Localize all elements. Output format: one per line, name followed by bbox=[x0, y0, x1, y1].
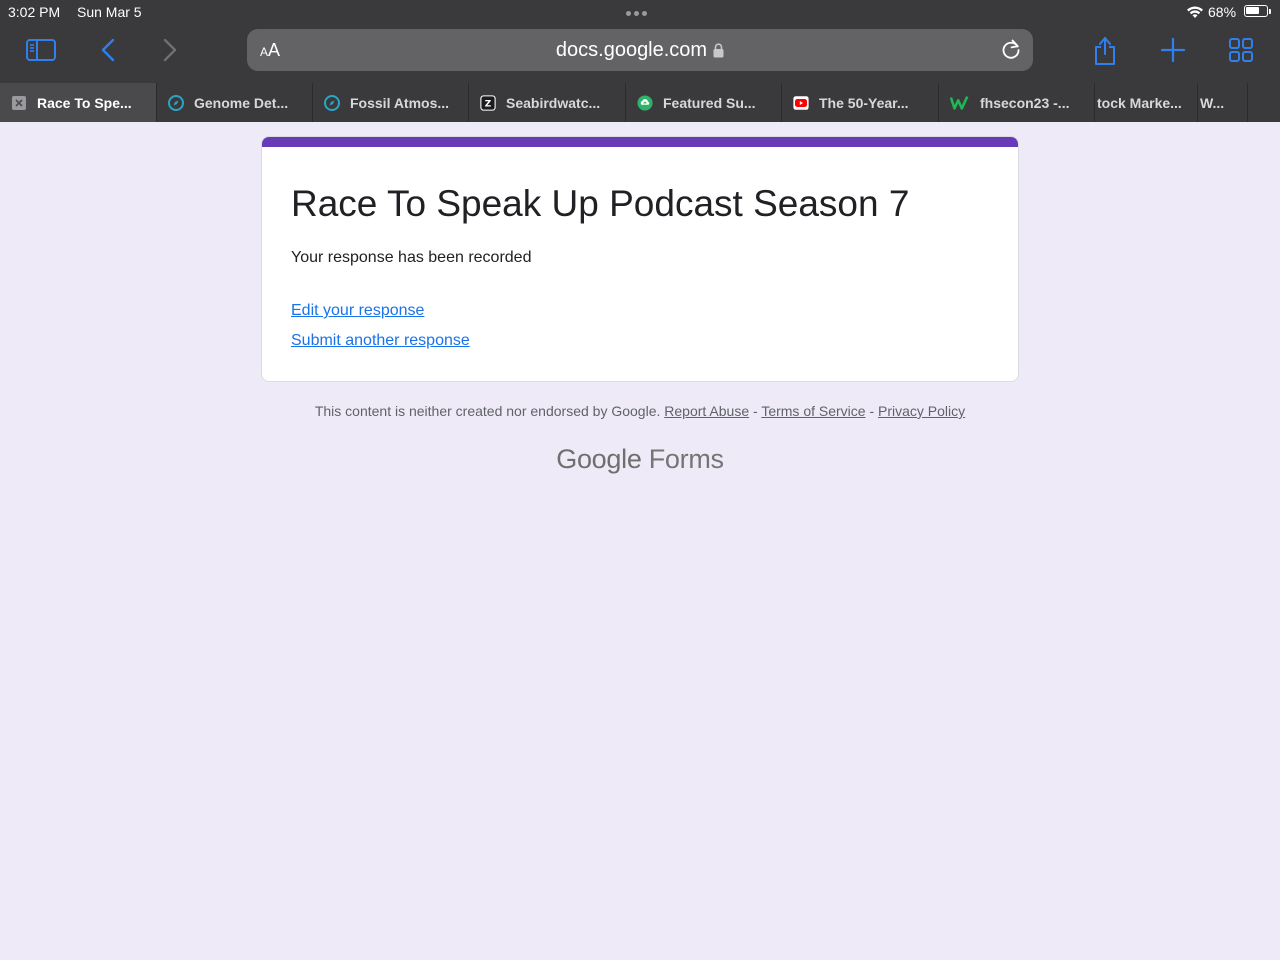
tab-genome[interactable]: Genome Det... bbox=[157, 83, 313, 122]
confirmation-message: Your response has been recorded bbox=[291, 249, 532, 266]
edit-response-link[interactable]: Edit your response bbox=[291, 302, 424, 320]
logo-google-text: Google bbox=[556, 444, 642, 474]
tab-fhsecon23[interactable]: fhsecon23 -... bbox=[939, 83, 1095, 122]
tab-fossil[interactable]: Fossil Atmos... bbox=[313, 83, 469, 122]
back-button[interactable] bbox=[90, 33, 126, 67]
wifi-icon bbox=[1187, 6, 1203, 18]
svg-text:Z: Z bbox=[485, 99, 492, 109]
youtube-icon bbox=[793, 95, 809, 111]
tab-race-to-speak-up[interactable]: Race To Spe... bbox=[0, 83, 157, 122]
grid-icon bbox=[1229, 38, 1253, 62]
url-display[interactable]: docs.google.com bbox=[247, 39, 1033, 62]
status-bar: 3:02 PM Sun Mar 5 68% bbox=[0, 0, 1280, 24]
tab-label: Featured Su... bbox=[663, 94, 756, 111]
sidebar-toggle-button[interactable] bbox=[23, 33, 59, 67]
compass-icon bbox=[168, 94, 184, 111]
battery-icon bbox=[1244, 5, 1268, 17]
tab-label: W... bbox=[1200, 94, 1225, 111]
tab-overview-button[interactable] bbox=[1223, 33, 1259, 67]
disclaimer-text: This content is neither created nor endo… bbox=[314, 403, 661, 419]
tab-featured[interactable]: Featured Su... bbox=[626, 83, 782, 122]
form-accent-bar bbox=[262, 137, 1018, 147]
form-confirmation-card: Race To Speak Up Podcast Season 7 Your r… bbox=[261, 136, 1019, 382]
tab-label: Race To Spe... bbox=[37, 94, 132, 111]
battery-percentage: 68% bbox=[1208, 4, 1237, 20]
forward-button[interactable] bbox=[152, 33, 188, 67]
tab-stock-market[interactable]: tock Marke... bbox=[1095, 83, 1198, 122]
z-icon: Z bbox=[480, 94, 496, 111]
tab-label: Genome Det... bbox=[194, 94, 289, 111]
compass-icon bbox=[324, 94, 340, 111]
upload-cloud-icon bbox=[637, 94, 653, 111]
tab-label: Fossil Atmos... bbox=[350, 94, 450, 111]
w-logo-icon bbox=[950, 95, 970, 111]
google-forms-logo[interactable]: Google Forms bbox=[0, 444, 1280, 475]
footer-disclaimer: This content is neither created nor endo… bbox=[0, 403, 1280, 419]
status-time: 3:02 PM bbox=[8, 4, 61, 20]
chevron-right-icon bbox=[163, 38, 177, 62]
share-button[interactable] bbox=[1087, 33, 1123, 67]
reload-icon[interactable] bbox=[1000, 38, 1022, 60]
form-title: Race To Speak Up Podcast Season 7 bbox=[291, 183, 910, 224]
submit-another-response-link[interactable]: Submit another response bbox=[291, 332, 470, 350]
tab-label: tock Marke... bbox=[1097, 94, 1182, 111]
tab-50-year[interactable]: The 50-Year... bbox=[782, 83, 939, 122]
plus-icon bbox=[1160, 37, 1186, 63]
battery-cap bbox=[1269, 9, 1271, 14]
tab-strip-filler bbox=[1248, 83, 1280, 122]
lock-icon bbox=[713, 43, 724, 58]
footer-separator: - bbox=[865, 403, 879, 419]
footer-separator: - bbox=[749, 403, 762, 419]
tab-seabirdwatch[interactable]: Z Seabirdwatc... bbox=[469, 83, 626, 122]
logo-forms-text: Forms bbox=[648, 444, 724, 474]
tab-w[interactable]: W... bbox=[1198, 83, 1248, 122]
tab-label: The 50-Year... bbox=[819, 94, 909, 111]
terms-of-service-link[interactable]: Terms of Service bbox=[761, 403, 865, 419]
sidebar-icon bbox=[26, 39, 56, 61]
report-abuse-link[interactable]: Report Abuse bbox=[664, 403, 749, 419]
close-icon[interactable] bbox=[11, 95, 27, 111]
privacy-policy-link[interactable]: Privacy Policy bbox=[878, 403, 965, 419]
share-icon bbox=[1095, 37, 1115, 65]
new-tab-button[interactable] bbox=[1155, 33, 1191, 67]
address-bar[interactable]: AA docs.google.com bbox=[247, 29, 1033, 71]
url-text: docs.google.com bbox=[555, 39, 708, 61]
tab-label: fhsecon23 -... bbox=[980, 94, 1070, 111]
battery-fill bbox=[1246, 7, 1259, 14]
tab-strip: Race To Spe... Genome Det... Fossil Atmo… bbox=[0, 83, 1280, 122]
status-date: Sun Mar 5 bbox=[77, 4, 142, 20]
tab-label: Seabirdwatc... bbox=[506, 94, 601, 111]
chevron-left-icon bbox=[101, 38, 115, 62]
browser-chrome: 3:02 PM Sun Mar 5 68% AA docs.google.com… bbox=[0, 0, 1280, 122]
multitasking-dots-icon[interactable] bbox=[626, 11, 654, 17]
